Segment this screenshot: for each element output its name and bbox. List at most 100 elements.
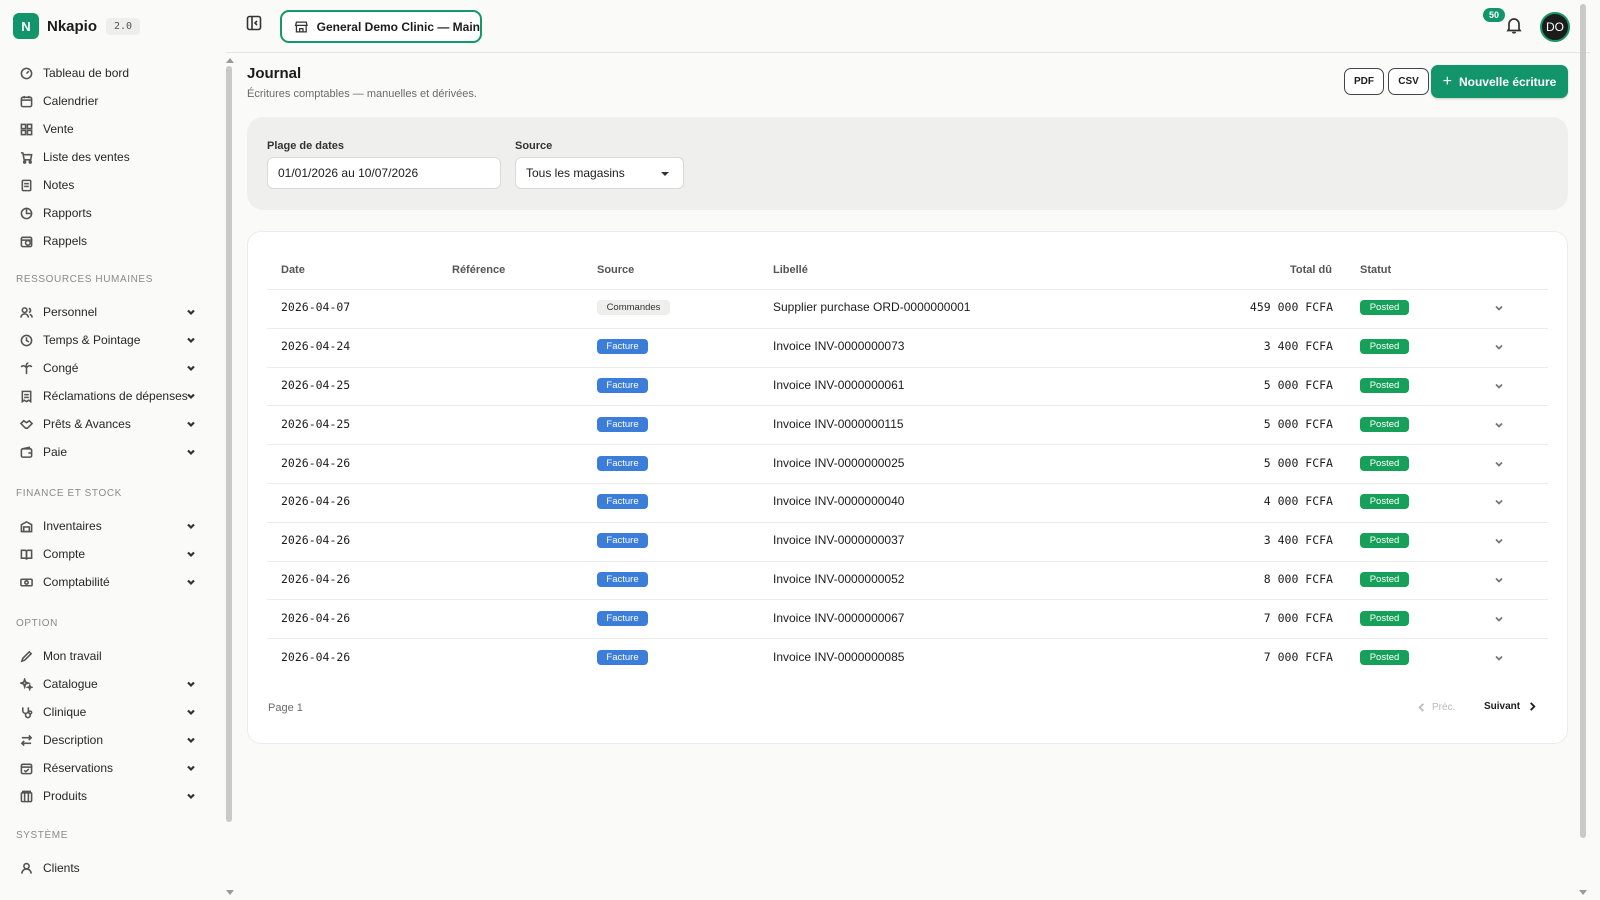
- row-expand-chevron-icon[interactable]: [1494, 458, 1506, 470]
- table-row[interactable]: [267, 599, 1548, 638]
- chevron-down-icon[interactable]: [186, 678, 198, 690]
- brand[interactable]: N Nkapio 2.0: [13, 13, 141, 39]
- sidebar-item-notes[interactable]: Notes: [18, 173, 204, 197]
- table-row[interactable]: [267, 328, 1548, 367]
- chevron-down-icon[interactable]: [186, 418, 198, 430]
- chevron-down-icon[interactable]: [186, 520, 198, 532]
- sidebar-item-vente[interactable]: Vente: [18, 117, 204, 141]
- column-header-date[interactable]: Date: [281, 264, 305, 276]
- sidebar-item-label: Clients: [43, 861, 80, 875]
- row-expand-chevron-icon[interactable]: [1494, 574, 1506, 586]
- sidebar-item-clinique[interactable]: Clinique: [18, 700, 204, 724]
- clock-icon: [18, 332, 34, 348]
- status-badge: Posted: [1360, 533, 1409, 549]
- sidebar-item-mon-travail[interactable]: Mon travail: [18, 644, 204, 668]
- chevron-down-icon[interactable]: [186, 548, 198, 560]
- export-pdf-button[interactable]: PDF: [1344, 68, 1384, 95]
- sidebar-item-label: Inventaires: [43, 519, 102, 533]
- chevron-down-icon[interactable]: [186, 306, 198, 318]
- sidebar-item-clients[interactable]: Clients: [18, 856, 204, 880]
- sidebar-scroll-down-icon[interactable]: [226, 890, 234, 895]
- sidebar-item-paie[interactable]: Paie: [18, 440, 204, 464]
- sidebar-item-conge[interactable]: Congé: [18, 356, 204, 380]
- sidebar-item-label: Prêts & Avances: [43, 417, 131, 431]
- sidebar-item-inventaires[interactable]: Inventaires: [18, 514, 204, 538]
- row-expand-chevron-icon[interactable]: [1494, 496, 1506, 508]
- sidebar-item-produits[interactable]: Produits: [18, 784, 204, 808]
- status-badge: Posted: [1360, 300, 1409, 316]
- row-expand-chevron-icon[interactable]: [1494, 652, 1506, 664]
- sidebar-item-rapports[interactable]: Rapports: [18, 201, 204, 225]
- table-row[interactable]: [267, 405, 1548, 444]
- new-entry-button[interactable]: + Nouvelle écriture: [1431, 65, 1568, 98]
- sidebar-item-tableau-de-bord[interactable]: Tableau de bord: [18, 61, 204, 85]
- row-expand-chevron-icon[interactable]: [1494, 380, 1506, 392]
- sidebar-item-catalogue[interactable]: Catalogue: [18, 672, 204, 696]
- chevron-down-icon[interactable]: [186, 446, 198, 458]
- sidebar-item-label: Produits: [43, 789, 88, 803]
- chevron-down-icon[interactable]: [186, 362, 198, 374]
- palm-icon: [18, 360, 34, 376]
- row-expand-chevron-icon[interactable]: [1494, 535, 1506, 547]
- clinic-selector-button[interactable]: General Demo Clinic — Main: [280, 10, 482, 43]
- sidebar-item-reservations[interactable]: Réservations: [18, 756, 204, 780]
- source-badge: Facture: [597, 378, 648, 393]
- sidebar-item-rappels[interactable]: Rappels: [18, 229, 204, 253]
- users-icon: [18, 304, 34, 320]
- sidebar-toggle-icon[interactable]: [246, 15, 264, 33]
- table-row[interactable]: [267, 522, 1548, 561]
- column-header-status[interactable]: Statut: [1360, 264, 1391, 276]
- row-expand-chevron-icon[interactable]: [1494, 419, 1506, 431]
- sidebar-item-personnel[interactable]: Personnel: [18, 300, 204, 324]
- cell-label: Invoice INV-0000000052: [773, 572, 905, 586]
- table-row[interactable]: [267, 561, 1548, 600]
- chevron-down-icon[interactable]: [186, 334, 198, 346]
- date-range-input[interactable]: 01/01/2026 au 10/07/2026: [267, 157, 501, 189]
- column-header-reference[interactable]: Référence: [452, 264, 505, 276]
- chevron-down-icon[interactable]: [186, 706, 198, 718]
- status-badge: Posted: [1360, 610, 1409, 626]
- source-label: Source: [515, 140, 553, 152]
- prev-page-button[interactable]: Préc.: [1417, 702, 1455, 713]
- table-row[interactable]: [267, 367, 1548, 406]
- column-header-total[interactable]: Total dû: [1290, 264, 1332, 276]
- export-csv-button[interactable]: CSV: [1388, 68, 1429, 95]
- source-select[interactable]: Tous les magasins: [515, 157, 684, 189]
- main-scrollbar[interactable]: [1580, 4, 1586, 838]
- row-expand-chevron-icon[interactable]: [1494, 613, 1506, 625]
- cell-date: 2026-04-26: [281, 649, 351, 664]
- sidebar-scrollbar[interactable]: [226, 66, 232, 822]
- chevron-down-icon[interactable]: [186, 576, 198, 588]
- row-expand-chevron-icon[interactable]: [1494, 302, 1506, 314]
- chevron-down-icon[interactable]: [186, 734, 198, 746]
- sidebar-item-label: Personnel: [43, 305, 98, 319]
- source-badge: Facture: [597, 572, 648, 587]
- row-expand-chevron-icon[interactable]: [1494, 341, 1506, 353]
- sidebar-item-reclamations-de-depenses[interactable]: Réclamations de dépenses: [18, 384, 204, 408]
- bell-icon[interactable]: [1505, 16, 1525, 36]
- column-header-label[interactable]: Libellé: [773, 264, 808, 276]
- column-header-source[interactable]: Source: [597, 264, 634, 276]
- next-page-button[interactable]: Suivant: [1484, 701, 1537, 712]
- status-badge: Posted: [1360, 455, 1409, 471]
- brand-logo: N: [13, 13, 39, 39]
- sidebar-item-liste-des-ventes[interactable]: Liste des ventes: [18, 145, 204, 169]
- sidebar-item-comptabilite[interactable]: Comptabilité: [18, 570, 204, 594]
- avatar[interactable]: DO: [1540, 12, 1570, 42]
- main-scroll-down-icon[interactable]: [1579, 890, 1587, 895]
- sidebar-item-temps-and-pointage[interactable]: Temps & Pointage: [18, 328, 204, 352]
- notification-badge[interactable]: 50: [1483, 8, 1506, 22]
- sidebar-scroll-up-icon[interactable]: [226, 58, 234, 63]
- table-row[interactable]: [267, 638, 1548, 677]
- table-row[interactable]: [267, 483, 1548, 522]
- cell-label: Invoice INV-0000000115: [773, 416, 904, 431]
- status-badge: Posted: [1360, 572, 1409, 587]
- sidebar-item-description[interactable]: Description: [18, 728, 204, 752]
- chevron-down-icon[interactable]: [186, 762, 198, 774]
- sidebar-item-prets-and-avances[interactable]: Prêts & Avances: [18, 412, 204, 436]
- sidebar-item-compte[interactable]: Compte: [18, 542, 204, 566]
- chevron-down-icon[interactable]: [186, 790, 198, 802]
- sidebar-item-calendrier[interactable]: Calendrier: [18, 89, 204, 113]
- chevron-down-icon[interactable]: [186, 390, 198, 402]
- table-row[interactable]: [267, 444, 1548, 483]
